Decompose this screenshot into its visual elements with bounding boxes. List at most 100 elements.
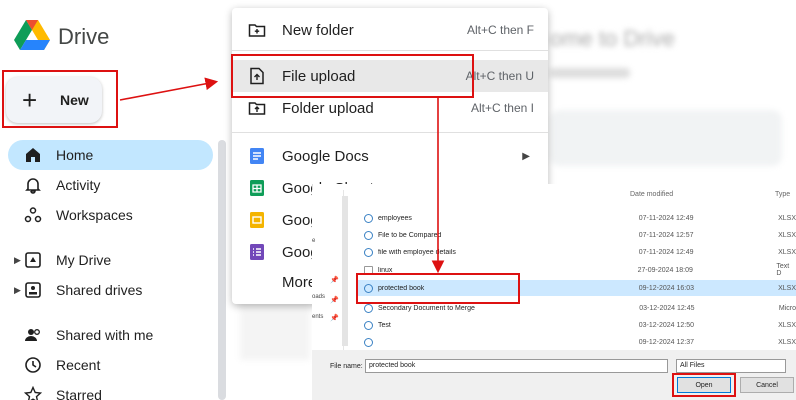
sidebar-item-my-drive[interactable]: ▶ My Drive: [8, 245, 213, 275]
open-button-highlight: [672, 373, 736, 397]
file-type: XLSX: [778, 248, 796, 256]
file-icon: [364, 303, 373, 313]
sidebar-item-starred[interactable]: Starred: [8, 380, 213, 400]
file-name: file with employee details: [378, 248, 456, 256]
file-type: XLSX: [778, 284, 796, 292]
file-name: File to be Compared: [378, 231, 442, 239]
menu-divider: [232, 50, 548, 51]
file-type: Text D: [776, 263, 790, 277]
shortcut-text: Alt+C then F: [466, 23, 534, 37]
file-name: Secondary Document to Merge: [378, 304, 475, 312]
people-icon: [25, 329, 40, 341]
new-folder-icon: [248, 24, 266, 37]
menu-item-label: Folder upload: [282, 99, 374, 117]
file-name-input[interactable]: protected book: [365, 359, 668, 373]
file-name-label: File name:: [330, 363, 363, 370]
menu-item-new-folder[interactable]: New folder Alt+C then F: [232, 14, 548, 46]
sidebar-item-label: Home: [56, 147, 94, 163]
new-button-highlight: [2, 70, 118, 128]
bell-icon: [25, 178, 41, 194]
file-row[interactable]: Test 03-12-2024 12:50 XLSX: [356, 317, 796, 333]
file-type: XLSX: [778, 321, 796, 329]
file-icon: [364, 320, 373, 330]
file-row[interactable]: File to be Compared 07-11-2024 12:57 XLS…: [356, 227, 796, 243]
sidebar-item-shared-with-me[interactable]: Shared with me: [8, 320, 213, 350]
expand-caret-icon[interactable]: ▶: [14, 285, 21, 296]
google-docs-icon: [250, 148, 264, 164]
file-row[interactable]: Secondary Document to Merge 03-12-2024 1…: [356, 300, 796, 316]
nav-pane-label[interactable]: ents: [312, 314, 323, 320]
drive-logo-icon: [14, 20, 50, 50]
file-date: 07-11-2024 12:49: [638, 214, 694, 222]
menu-item-label: Google Docs: [282, 147, 369, 165]
file-date: 03-12-2024 12:50: [638, 321, 695, 329]
sidebar-item-home[interactable]: Home: [8, 140, 213, 170]
nav-pane-label[interactable]: e: [312, 238, 315, 244]
dialog-navigation-pane: e 📌 oads 📌 ents 📌: [312, 190, 344, 356]
pin-icon: 📌: [330, 277, 339, 284]
pin-icon: 📌: [330, 315, 339, 322]
file-date: 09-12-2024 12:37: [638, 338, 695, 346]
sidebar-item-label: My Drive: [56, 252, 112, 268]
blurred-suggestion-card: [550, 110, 782, 166]
google-sheets-icon: [250, 180, 264, 196]
file-type: Micro: [778, 304, 796, 312]
clock-icon: [25, 357, 41, 373]
welcome-heading: ome to Drive: [550, 26, 675, 51]
shortcut-text: Alt+C then U: [465, 69, 534, 83]
home-icon: [26, 148, 40, 162]
expand-caret-icon[interactable]: ▶: [14, 255, 21, 266]
workspaces-icon: [24, 207, 42, 223]
sidebar-item-label: Workspaces: [56, 207, 133, 223]
file-type: XLSX: [778, 214, 796, 222]
file-date: 09-12-2024 16:03: [638, 284, 695, 292]
pin-icon: 📌: [330, 297, 339, 304]
file-date: 03-12-2024 12:45: [639, 304, 695, 312]
shared-drives-icon: [25, 282, 41, 298]
sidebar-scrollbar[interactable]: [218, 140, 226, 400]
folder-upload-icon: [248, 102, 266, 115]
google-slides-icon: [250, 212, 264, 228]
file-type-select[interactable]: All Files: [676, 359, 786, 373]
dialog-scrollbar[interactable]: [342, 196, 348, 346]
file-row[interactable]: file with employee details 07-11-2024 12…: [356, 244, 796, 260]
menu-item-label: New folder: [282, 21, 354, 39]
column-header-date[interactable]: Date modified: [630, 191, 673, 198]
file-date: 07-11-2024 12:57: [638, 231, 694, 239]
blurred-subtitle: [550, 68, 630, 78]
my-drive-icon: [25, 252, 41, 268]
google-forms-icon: [250, 244, 264, 260]
sidebar-item-label: Shared with me: [56, 327, 154, 343]
file-row[interactable]: 09-12-2024 12:37 XLSX: [356, 334, 796, 350]
file-icon: [364, 213, 373, 223]
file-icon: [364, 247, 373, 257]
file-name: employees: [378, 214, 412, 222]
arrow-new-to-upload: [119, 77, 219, 101]
file-type: XLSX: [778, 231, 796, 239]
submenu-arrow-icon: ▶: [522, 150, 530, 162]
sidebar-item-label: Starred: [56, 387, 102, 400]
menu-item-google-docs[interactable]: Google Docs ▶: [232, 140, 548, 172]
app-title: Drive: [58, 24, 110, 49]
column-header-type[interactable]: Type: [775, 191, 790, 198]
sidebar-item-shared-drives[interactable]: ▶ Shared drives: [8, 275, 213, 305]
shortcut-text: Alt+C then I: [470, 101, 534, 115]
star-icon: [24, 386, 42, 400]
sidebar-item-workspaces[interactable]: Workspaces: [8, 200, 213, 230]
file-icon: [364, 337, 373, 347]
nav-pane-label[interactable]: oads: [312, 294, 325, 300]
sidebar-item-label: Activity: [56, 177, 101, 193]
blurred-list: [240, 300, 310, 360]
sidebar-item-activity[interactable]: Activity: [8, 170, 213, 200]
file-date: 07-11-2024 12:49: [638, 248, 694, 256]
file-row[interactable]: employees 07-11-2024 12:49 XLSX: [356, 210, 796, 226]
menu-item-folder-upload[interactable]: Folder upload Alt+C then I: [232, 92, 548, 124]
file-name: Test: [378, 321, 391, 329]
cancel-button[interactable]: Cancel: [740, 377, 794, 393]
file-date: 27-09-2024 18:09: [637, 266, 693, 274]
sidebar-item-recent[interactable]: Recent: [8, 350, 213, 380]
file-icon: [364, 230, 373, 240]
menu-divider: [232, 132, 548, 133]
sidebar-item-label: Recent: [56, 357, 101, 373]
file-type: XLSX: [778, 338, 796, 346]
